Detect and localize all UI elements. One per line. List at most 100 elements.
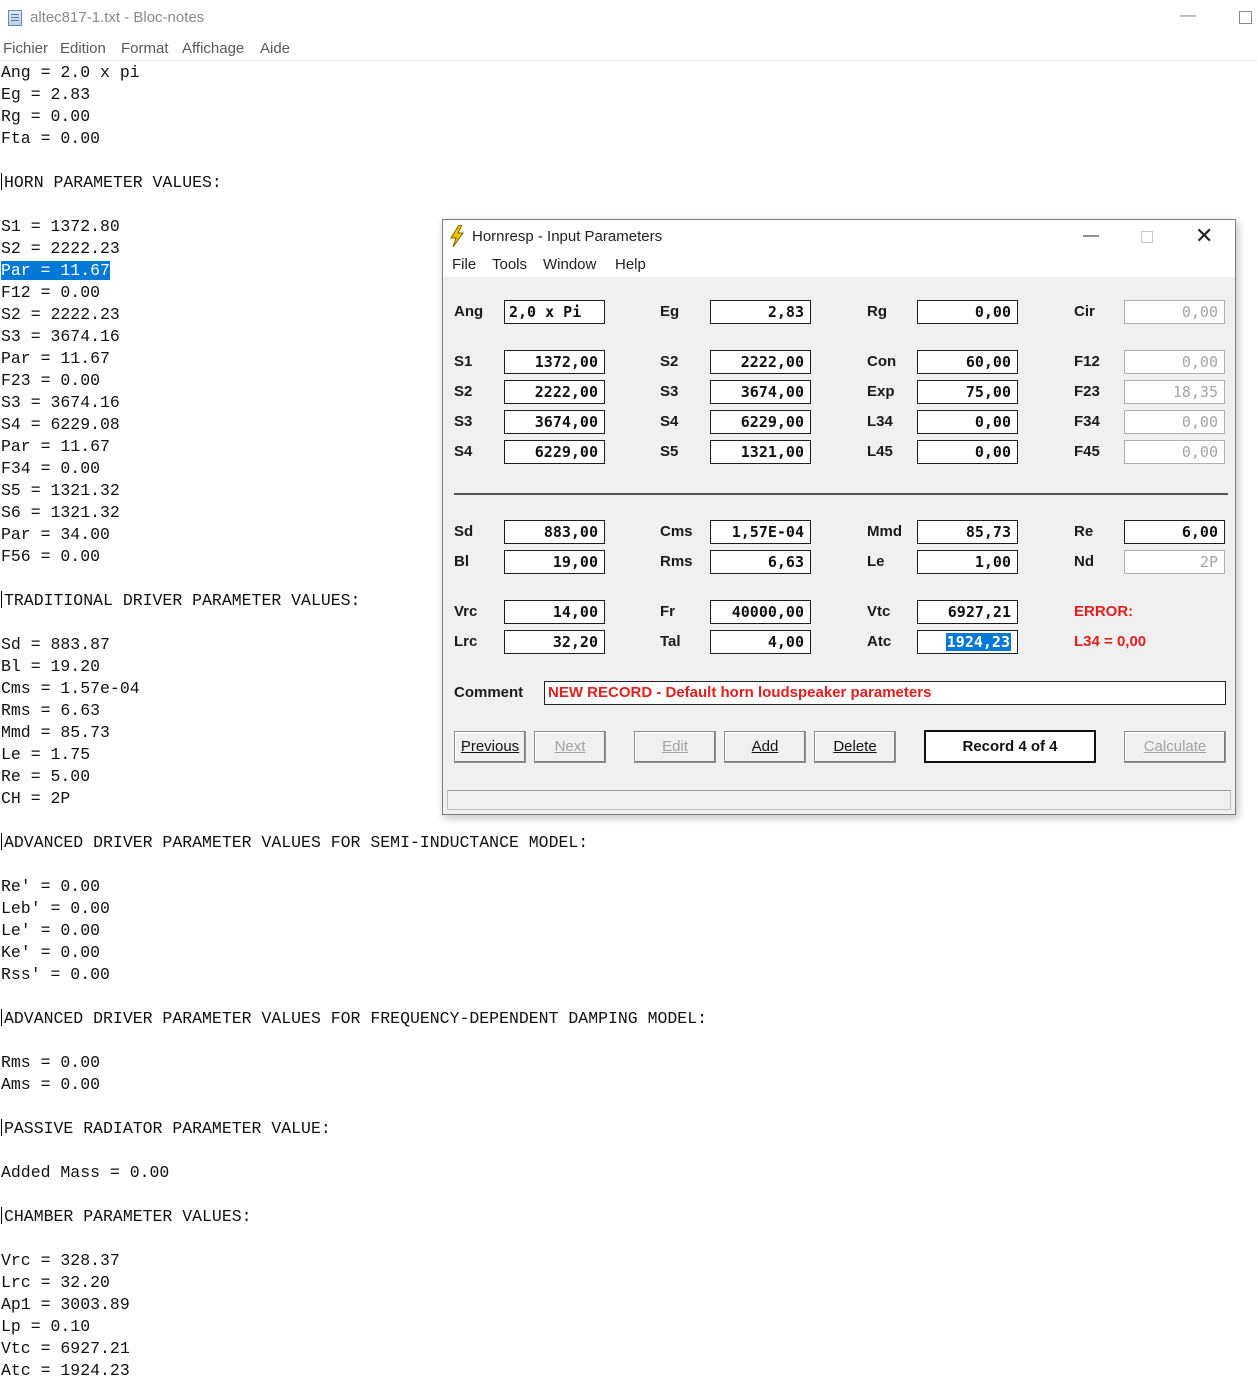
param-label-s4: S4 [454, 443, 473, 460]
calculate-button[interactable]: Calculate [1124, 731, 1226, 763]
param-field-s4[interactable]: 6229,00 [710, 410, 811, 434]
param-field-vrc[interactable]: 14,00 [504, 600, 605, 624]
param-field-atc[interactable]: 1924,23 [917, 630, 1018, 654]
text-line-content: Mmd = 85.73 [1, 723, 110, 742]
param-field-s3[interactable]: 3674,00 [504, 410, 605, 434]
param-field-bl[interactable]: 19,00 [504, 550, 605, 574]
param-value-cms: 1,57E-04 [731, 523, 804, 541]
param-value-sd: 883,00 [543, 523, 598, 541]
param-value-nd: 2P [1199, 553, 1218, 571]
menu-help[interactable]: Help [615, 256, 646, 273]
text-line: Fta = 0.00 [1, 128, 1251, 150]
param-field-rms[interactable]: 6,63 [710, 550, 811, 574]
minimize-icon[interactable]: — [1180, 6, 1196, 26]
text-line-content: S3 = 3674.16 [1, 393, 120, 412]
param-field-f12[interactable]: 0,00 [1124, 350, 1225, 374]
edit-button[interactable]: Edit [634, 731, 716, 763]
notepad-window-title: altec817-1.txt - Bloc-notes [30, 9, 205, 26]
text-line: Re' = 0.00 [1, 876, 1251, 898]
delete-button[interactable]: Delete [814, 731, 896, 763]
param-field-s4[interactable]: 6229,00 [504, 440, 605, 464]
text-line-content: Fta = 0.00 [1, 129, 101, 148]
param-field-rg[interactable]: 0,00 [917, 300, 1018, 324]
param-field-s1[interactable]: 1372,00 [504, 350, 605, 374]
text-line-content: HORN PARAMETER VALUES: [4, 173, 222, 192]
param-field-re[interactable]: 6,00 [1124, 520, 1225, 544]
param-field-s5[interactable]: 1321,00 [710, 440, 811, 464]
param-field-f45[interactable]: 0,00 [1124, 440, 1225, 464]
previous-button[interactable]: Previous [454, 731, 526, 763]
record-indicator: Record 4 of 4 [924, 730, 1096, 763]
param-label-s3: S3 [454, 413, 473, 430]
text-line [1, 1184, 1251, 1206]
param-field-tal[interactable]: 4,00 [710, 630, 811, 654]
minimize-icon[interactable]: — [1083, 226, 1099, 246]
text-line-content: Par = 11.67 [1, 261, 110, 280]
param-field-cir[interactable]: 0,00 [1124, 300, 1225, 324]
param-field-con[interactable]: 60,00 [917, 350, 1018, 374]
param-field-l34[interactable]: 0,00 [917, 410, 1018, 434]
text-line: Lp = 0.10 [1, 1316, 1251, 1338]
text-line: CHAMBER PARAMETER VALUES: [1, 1206, 1251, 1228]
menu-window[interactable]: Window [543, 256, 596, 273]
text-line: HORN PARAMETER VALUES: [1, 172, 1251, 194]
text-cursor [1, 1207, 2, 1224]
add-button[interactable]: Add [724, 731, 806, 763]
hornresp-title-bar: Hornresp - Input Parameters — ✕ [443, 220, 1235, 252]
add-button-label: Add [751, 738, 779, 755]
menu-fichier[interactable]: Fichier [3, 40, 48, 57]
comment-field[interactable]: NEW RECORD - Default horn loudspeaker pa… [544, 681, 1226, 705]
param-field-f23[interactable]: 18,35 [1124, 380, 1225, 404]
param-value-s5: 1321,00 [740, 443, 804, 461]
param-value-rms: 6,63 [767, 553, 804, 571]
menu-aide[interactable]: Aide [260, 40, 290, 57]
param-field-lrc[interactable]: 32,20 [504, 630, 605, 654]
param-field-sd[interactable]: 883,00 [504, 520, 605, 544]
menu-format[interactable]: Format [121, 40, 169, 57]
param-value-cir: 0,00 [1181, 303, 1218, 321]
param-field-vtc[interactable]: 6927,21 [917, 600, 1018, 624]
param-field-s2[interactable]: 2222,00 [710, 350, 811, 374]
param-field-le[interactable]: 1,00 [917, 550, 1018, 574]
param-field-l45[interactable]: 0,00 [917, 440, 1018, 464]
text-line-content: Lrc = 32.20 [1, 1273, 110, 1292]
param-value-f23: 18,35 [1172, 383, 1218, 401]
text-line: Le' = 0.00 [1, 920, 1251, 942]
hornresp-menu-bar: File Tools Window Help [443, 252, 1235, 277]
param-field-fr[interactable]: 40000,00 [710, 600, 811, 624]
text-line-content: Ams = 0.00 [1, 1075, 101, 1094]
maximize-icon[interactable] [1141, 231, 1153, 243]
text-line-content: Cms = 1.57e-04 [1, 679, 140, 698]
param-value-fr: 40000,00 [731, 603, 804, 621]
param-field-mmd[interactable]: 85,73 [917, 520, 1018, 544]
param-field-nd[interactable]: 2P [1124, 550, 1225, 574]
text-line-content: Lp = 0.10 [1, 1317, 91, 1336]
hornresp-input-parameters-window: Hornresp - Input Parameters — ✕ File Too… [442, 219, 1236, 815]
param-value-ang: 2,0 x Pi [509, 303, 582, 321]
param-label-le: Le [867, 553, 885, 570]
menu-tools[interactable]: Tools [492, 256, 527, 273]
param-label-vrc: Vrc [454, 603, 478, 620]
text-line-content: F12 = 0.00 [1, 283, 101, 302]
next-button[interactable]: Next [534, 731, 606, 763]
text-cursor [1, 1119, 2, 1136]
param-field-eg[interactable]: 2,83 [710, 300, 811, 324]
param-field-cms[interactable]: 1,57E-04 [710, 520, 811, 544]
param-field-ang[interactable]: 2,0 x Pi [504, 300, 605, 324]
param-value-s2: 2222,00 [534, 383, 598, 401]
maximize-icon[interactable] [1239, 11, 1252, 24]
text-cursor [1, 1009, 2, 1026]
text-line: Ap1 = 3003.89 [1, 1294, 1251, 1316]
close-icon[interactable]: ✕ [1195, 224, 1213, 248]
param-label-s4: S4 [660, 413, 679, 430]
menu-edition[interactable]: Edition [60, 40, 106, 57]
param-field-s2[interactable]: 2222,00 [504, 380, 605, 404]
param-label-cir: Cir [1074, 303, 1095, 320]
text-line: Ang = 2.0 x pi [1, 62, 1251, 84]
param-field-exp[interactable]: 75,00 [917, 380, 1018, 404]
param-field-s3[interactable]: 3674,00 [710, 380, 811, 404]
menu-file[interactable]: File [452, 256, 476, 273]
param-field-f34[interactable]: 0,00 [1124, 410, 1225, 434]
param-label-rms: Rms [660, 553, 693, 570]
menu-affichage[interactable]: Affichage [182, 40, 244, 57]
